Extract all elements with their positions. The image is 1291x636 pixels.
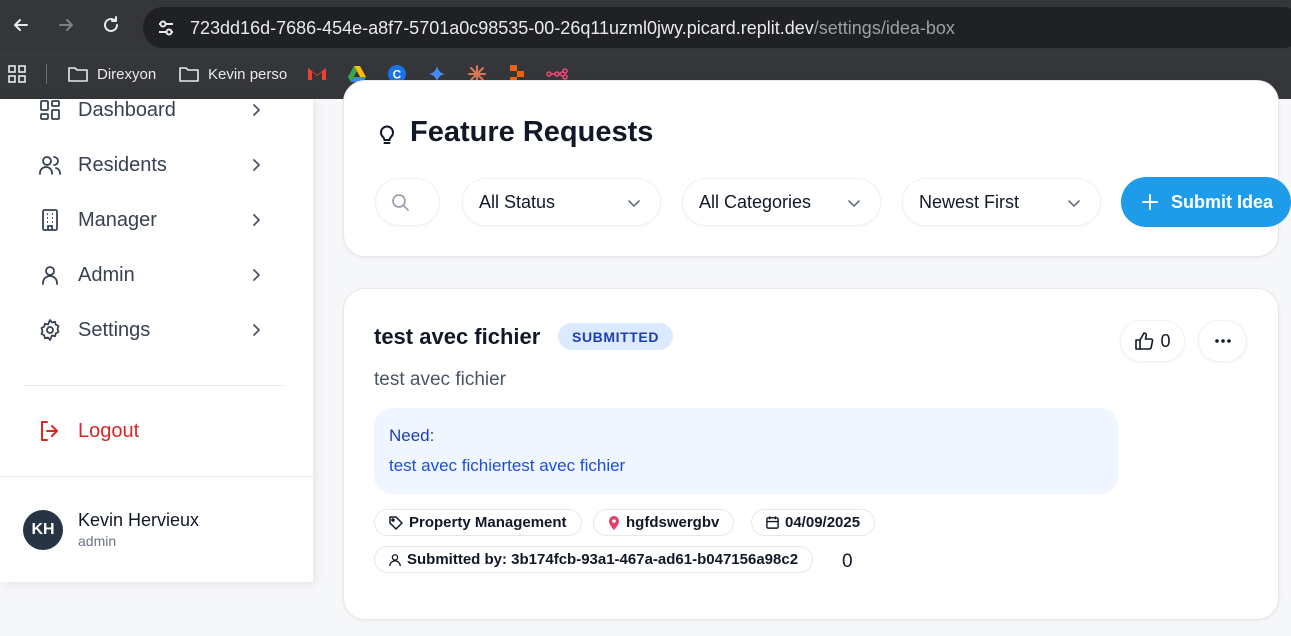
search-icon xyxy=(392,194,409,211)
sidebar-divider xyxy=(0,476,313,477)
forward-button[interactable] xyxy=(53,12,79,38)
location-tag: hgfdswergbv xyxy=(593,509,735,536)
need-label: Need: xyxy=(389,426,435,445)
sidebar-item-manager[interactable]: Manager xyxy=(36,200,266,240)
browser-toolbar: 723dd16d-7686-454e-a8f7-5701a0c98535-00-… xyxy=(0,0,1291,54)
user-role: admin xyxy=(78,533,117,549)
more-options-button[interactable] xyxy=(1198,320,1247,362)
upvote-button[interactable]: 0 xyxy=(1120,320,1185,362)
sidebar-item-residents[interactable]: Residents xyxy=(36,145,266,185)
avatar[interactable]: KH xyxy=(23,510,63,550)
plus-icon xyxy=(1142,194,1158,210)
user-icon xyxy=(389,553,401,566)
sidebar-item-label: Admin xyxy=(78,263,135,286)
url-text: 723dd16d-7686-454e-a8f7-5701a0c98535-00-… xyxy=(190,18,955,39)
need-box: Need: test avec fichiertest avec fichier xyxy=(374,408,1118,494)
gear-icon xyxy=(36,316,64,344)
back-button[interactable] xyxy=(8,12,34,38)
chevron-right-icon xyxy=(253,269,260,281)
folder-icon xyxy=(179,67,199,82)
reload-icon xyxy=(104,16,118,32)
user-icon xyxy=(36,261,64,289)
sidebar-item-label: Residents xyxy=(78,153,167,176)
url-host: 723dd16d-7686-454e-a8f7-5701a0c98535-00-… xyxy=(190,18,814,38)
back-arrow-icon xyxy=(14,19,28,31)
sidebar-divider xyxy=(23,385,283,386)
users-icon xyxy=(36,151,64,179)
extra-count: 0 xyxy=(842,551,853,572)
bookmark-label: Kevin perso xyxy=(208,65,288,83)
submitted-by-tag: Submitted by: 3b174fcb-93a1-467a-ad61-b0… xyxy=(374,546,814,573)
sidebar-item-settings[interactable]: Settings xyxy=(36,310,266,350)
feature-title: test avec fichier xyxy=(374,324,541,349)
sidebar: Dashboard Residents Manager Admin Settin… xyxy=(0,99,313,582)
status-badge: SUBMITTED xyxy=(558,323,674,350)
feature-requests-header: Feature Requests All Status All Categori… xyxy=(343,80,1291,257)
chevron-right-icon xyxy=(253,159,260,171)
folder-icon xyxy=(68,67,88,82)
date-tag: 04/09/2025 xyxy=(751,509,876,536)
status-filter-value: All Status xyxy=(479,191,556,212)
location-tag-label: hgfdswergbv xyxy=(626,514,720,531)
sidebar-item-dashboard[interactable]: Dashboard xyxy=(36,90,266,130)
chevron-down-icon xyxy=(628,200,640,207)
dashboard-icon xyxy=(36,96,64,124)
submit-idea-label: Submit Idea xyxy=(1171,191,1274,212)
sort-select-value: Newest First xyxy=(919,191,1020,212)
sidebar-item-label: Manager xyxy=(78,208,157,231)
bookmark-kevin-perso[interactable]: Kevin perso xyxy=(178,55,287,93)
bookmark-label: Direxyon xyxy=(97,65,157,83)
chevron-right-icon xyxy=(253,104,260,116)
url-path: /settings/idea-box xyxy=(813,18,955,38)
bookmark-direxyon[interactable]: Direxyon xyxy=(67,55,156,93)
category-tag-label: Property Management xyxy=(409,514,567,531)
vote-count: 0 xyxy=(1160,330,1171,351)
calendar-icon xyxy=(766,516,779,529)
location-pin-icon xyxy=(609,515,619,530)
forward-arrow-icon xyxy=(59,19,73,31)
sidebar-item-label: Dashboard xyxy=(78,98,176,121)
sort-select[interactable]: Newest First xyxy=(902,178,1101,226)
apps-grid-icon[interactable] xyxy=(6,63,28,85)
need-text: test avec fichiertest avec fichier xyxy=(389,456,626,475)
tag-icon xyxy=(389,515,403,530)
lightbulb-icon xyxy=(380,125,394,144)
user-name: Kevin Hervieux xyxy=(78,510,200,530)
logout-label: Logout xyxy=(78,419,140,442)
chevron-down-icon xyxy=(848,200,860,207)
address-bar[interactable]: 723dd16d-7686-454e-a8f7-5701a0c98535-00-… xyxy=(143,7,1291,48)
reload-button[interactable] xyxy=(98,12,124,38)
chevron-right-icon xyxy=(253,214,260,226)
logout-button[interactable]: Logout xyxy=(36,411,139,451)
feature-description: test avec fichier xyxy=(374,369,506,390)
more-horizontal-icon xyxy=(1214,339,1231,343)
category-filter[interactable]: All Categories xyxy=(682,178,881,226)
feature-request-card[interactable]: test avec fichier SUBMITTED test avec fi… xyxy=(343,288,1279,620)
logout-icon xyxy=(36,417,64,445)
thumbs-up-icon xyxy=(1135,332,1154,350)
search-input[interactable] xyxy=(375,178,440,226)
sidebar-item-admin[interactable]: Admin xyxy=(36,255,266,295)
bookmark-separator xyxy=(46,64,47,84)
status-filter[interactable]: All Status xyxy=(462,178,661,226)
building-icon xyxy=(36,206,64,234)
site-settings-icon[interactable] xyxy=(153,16,179,40)
page-title: Feature Requests xyxy=(410,116,654,148)
chevron-down-icon xyxy=(1068,200,1080,207)
chevron-right-icon xyxy=(253,324,260,336)
category-tag: Property Management xyxy=(374,509,582,536)
submitted-by-label: Submitted by: 3b174fcb-93a1-467a-ad61-b0… xyxy=(407,551,799,568)
category-filter-value: All Categories xyxy=(699,191,812,212)
gmail-icon[interactable] xyxy=(306,63,328,85)
date-tag-label: 04/09/2025 xyxy=(785,514,861,531)
sidebar-item-label: Settings xyxy=(78,318,151,341)
submit-idea-button[interactable]: Submit Idea xyxy=(1121,177,1291,227)
